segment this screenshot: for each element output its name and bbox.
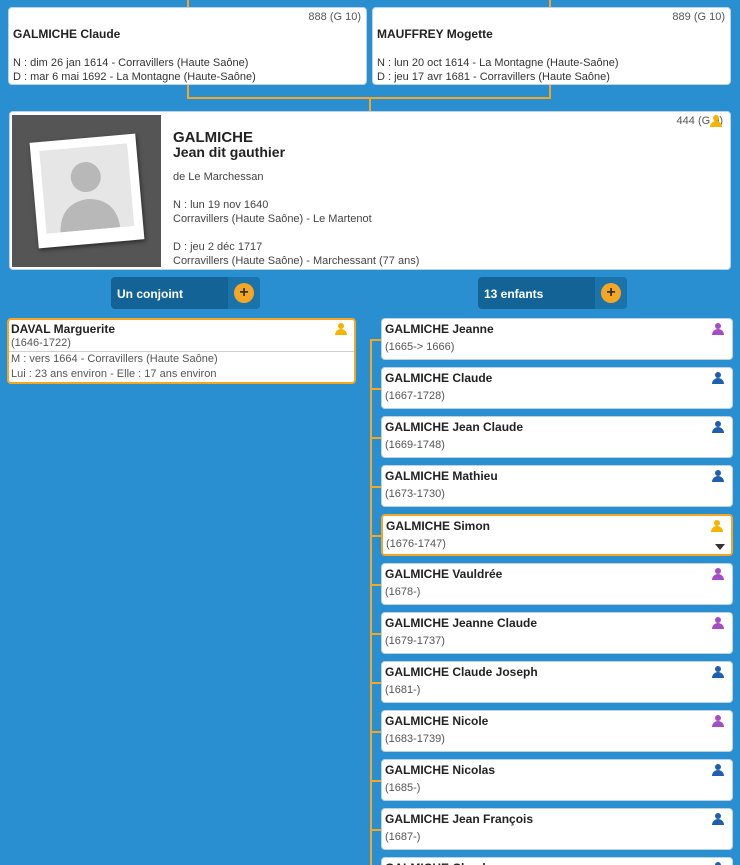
child-dates: (1676-1747) [386,538,446,550]
marriage-info: M : vers 1664 - Corravillers (Haute Saôn… [11,353,218,365]
person-female-icon [712,323,724,335]
mother-card[interactable]: 889 (G 10) MAUFFREY Mogette N : lun 20 o… [372,7,731,85]
child-card[interactable]: GALMICHE Nicole (1683-1739) [381,710,733,752]
connector-parents-main [369,97,371,111]
child-dates: (1669-1748) [385,439,445,451]
child-name: GALMICHE Claude [385,371,493,385]
child-name: GALMICHE Simon [386,519,490,533]
child-name: GALMICHE Jean Claude [385,420,524,434]
photo-frame[interactable] [12,115,161,267]
child-dates: (1665-> 1666) [385,341,455,353]
silhouette-icon [60,162,121,233]
child-card[interactable]: GALMICHE Simon (1676-1747) [381,514,733,556]
child-name: GALMICHE Mathieu [385,469,498,483]
birth-date: N : lun 19 nov 1640 [173,199,269,211]
child-card[interactable]: GALMICHE Claude Joseph (1681-) [381,661,733,703]
child-dates: (1667-1728) [385,390,445,402]
child-name: GALMICHE Jean François [385,812,534,826]
spouse-name: DAVAL Marguerite [11,322,116,336]
death-date: D : jeu 2 déc 1717 [173,241,263,253]
child-name: GALMICHE Claude Joseph [385,665,538,679]
person-ancestor-icon [335,323,347,335]
connector-children-vertical [370,340,372,865]
child-card[interactable]: GALMICHE Nicolas (1685-) [381,759,733,801]
add-child-button[interactable]: + [595,277,627,309]
person-name: MAUFFREY Mogette [377,27,493,41]
marriage-ages: Lui : 23 ans environ - Elle : 17 ans env… [11,368,217,380]
person-male-icon [712,764,724,776]
child-dates: (1673-1730) [385,488,445,500]
birth-place: Corravillers (Haute Saône) - Le Martenot [173,213,372,225]
child-name: GALMICHE Claude [385,861,492,865]
spouses-button[interactable]: Un conjoint + [111,277,260,309]
death-info: D : mar 6 mai 1692 - La Montagne (Haute-… [13,71,256,83]
plus-circle-icon: + [234,283,254,303]
child-dates: (1685-) [385,782,421,794]
child-card[interactable]: GALMICHE Jeanne (1665-> 1666) [381,318,733,360]
add-spouse-button[interactable]: + [228,277,260,309]
children-label: 13 enfants [484,287,544,301]
child-card[interactable]: GALMICHE Jeanne Claude (1679-1737) [381,612,733,654]
death-info: D : jeu 17 avr 1681 - Corravillers (Haut… [377,71,610,83]
spouse-card[interactable]: DAVAL Marguerite (1646-1722) M : vers 16… [7,318,356,384]
person-female-icon [712,715,724,727]
child-dates: (1683-1739) [385,733,445,745]
person-female-icon [712,617,724,629]
person-given-name: Jean dit gauthier [173,144,286,160]
child-name: GALMICHE Jeanne [385,322,494,336]
person-male-icon [712,813,724,825]
sosa-number: 888 (G 10) [308,11,361,23]
child-name: GALMICHE Nicole [385,714,489,728]
spouses-label: Un conjoint [117,287,183,301]
sosa-number: 889 (G 10) [672,11,725,23]
child-dates: (1678-) [385,586,421,598]
birth-info: N : lun 20 oct 1614 - La Montagne (Haute… [377,57,619,69]
person-ancestor-icon [711,520,723,532]
child-dates: (1687-) [385,831,421,843]
person-female-icon [712,568,724,580]
origin: de Le Marchessan [173,171,264,183]
death-place: Corravillers (Haute Saône) - Marchessant… [173,255,420,267]
birth-info: N : dim 26 jan 1614 - Corravillers (Haut… [13,57,249,69]
child-name: GALMICHE Nicolas [385,763,496,777]
placeholder-photo [29,133,145,249]
connector-top-father [187,0,189,7]
person-ancestor-icon [710,115,722,127]
child-name: GALMICHE Jeanne Claude [385,616,538,630]
child-card[interactable]: GALMICHE Jean Claude (1669-1748) [381,416,733,458]
person-male-icon [712,666,724,678]
child-card[interactable]: GALMICHE Mathieu (1673-1730) [381,465,733,507]
spouse-dates: (1646-1722) [11,337,71,349]
child-card[interactable]: GALMICHE Claude [381,857,733,865]
chevron-down-icon[interactable] [715,544,725,550]
child-card[interactable]: GALMICHE Claude (1667-1728) [381,367,733,409]
person-male-icon [712,470,724,482]
child-dates: (1681-) [385,684,421,696]
person-male-icon [712,372,724,384]
child-name: GALMICHE Vauldrée [385,567,503,581]
child-card[interactable]: GALMICHE Vauldrée (1678-) [381,563,733,605]
child-card[interactable]: GALMICHE Jean François (1687-) [381,808,733,850]
children-button[interactable]: 13 enfants + [478,277,627,309]
child-dates: (1679-1737) [385,635,445,647]
divider [9,351,354,352]
main-person-card: 444 (G 9) GALMICHE Jean dit gauthier de … [9,111,731,270]
father-card[interactable]: 888 (G 10) GALMICHE Claude N : dim 26 ja… [8,7,367,85]
connector-top-mother [549,0,551,7]
plus-circle-icon: + [601,283,621,303]
person-name: GALMICHE Claude [13,27,121,41]
person-male-icon [712,421,724,433]
